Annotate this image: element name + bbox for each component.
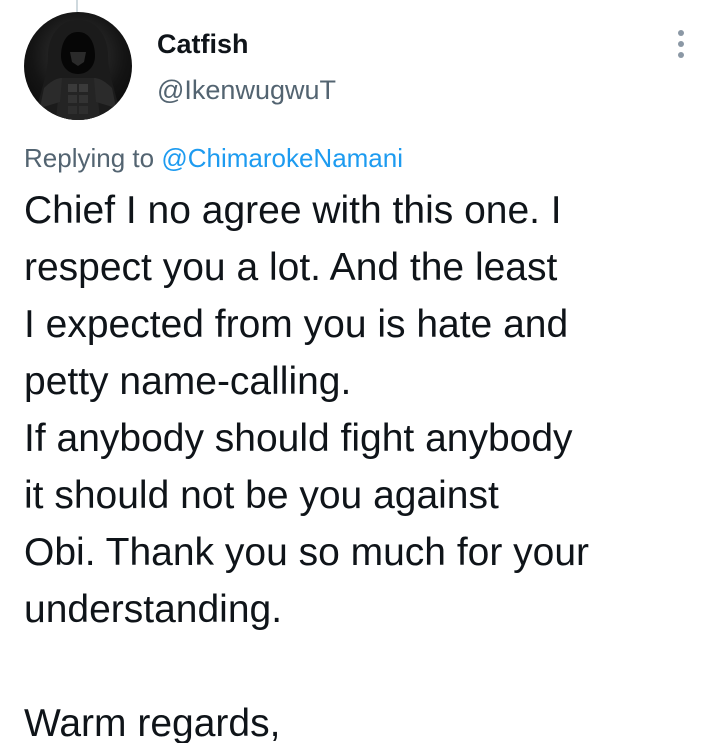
tweet-body-line: petty name-calling. [24,360,352,403]
tweet-body-line: Chief I no agree with this one. I [24,189,562,232]
author-handle[interactable]: @IkenwugwuT [157,74,336,106]
tweet-body-line: Obi. Thank you so much for your [24,531,590,574]
hooded-figure-icon [34,20,122,120]
tweet-body-line: understanding. [24,588,283,631]
more-options-icon[interactable] [668,26,694,62]
replying-to-line: Replying to @ChimarokeNamani [24,142,403,174]
replying-to-mention-link[interactable]: @ChimarokeNamani [161,143,403,173]
tweet-body-line: I expected from you is hate and [24,303,569,346]
tweet-body-blank-line [24,638,704,695]
tweet-body-line: If anybody should fight anybody [24,417,573,460]
tweet-body-line: Warm regards, [24,702,281,743]
tweet-body-line: respect you a lot. And the least [24,246,558,289]
avatar[interactable] [24,12,132,120]
author-display-name[interactable]: Catfish [157,28,249,60]
thread-connector-line [76,0,78,12]
tweet-body-line: it should not be you against [24,474,499,517]
replying-to-label: Replying to [24,143,155,173]
tweet-body: Chief I no agree with this one. I respec… [24,182,704,743]
tweet[interactable]: Catfish @IkenwugwuT Replying to @Chimaro… [0,0,720,743]
